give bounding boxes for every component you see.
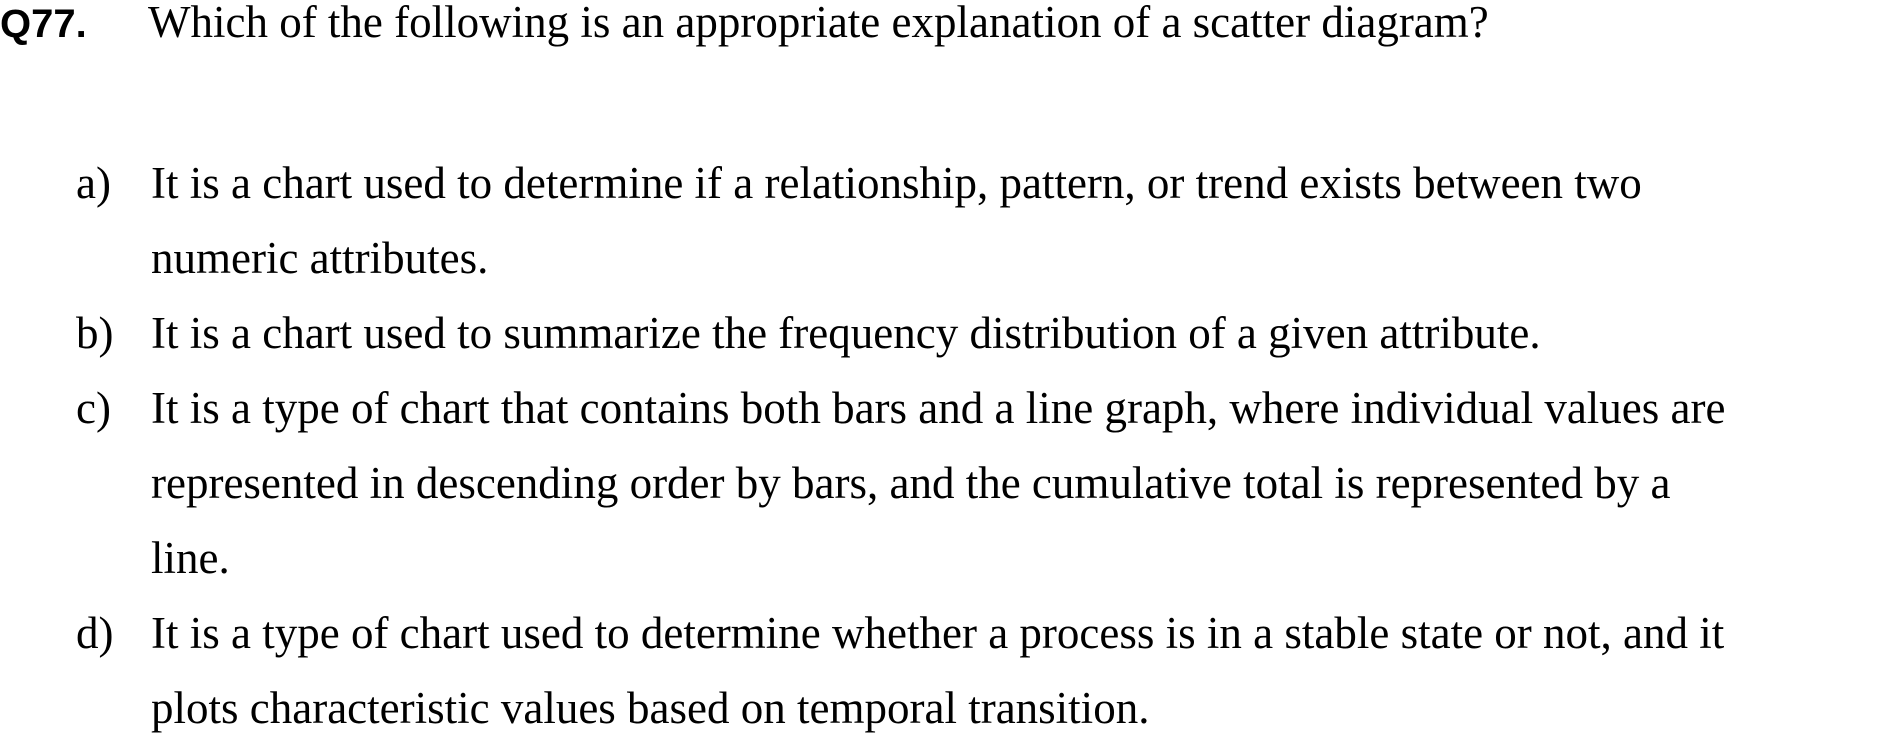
option-d-letter: d) bbox=[76, 608, 114, 658]
option-d: d) It is a type of chart used to determi… bbox=[76, 596, 1900, 746]
option-b-text: It is a chart used to summarize the freq… bbox=[151, 296, 1900, 371]
question-header: Q77. Which of the following is an approp… bbox=[0, 0, 1489, 47]
option-d-line-2: plots characteristic values based on tem… bbox=[151, 683, 1150, 733]
option-c-line-3: line. bbox=[151, 533, 230, 583]
question-page: Q77. Which of the following is an approp… bbox=[0, 0, 1900, 733]
option-c: c) It is a type of chart that contains b… bbox=[76, 371, 1900, 596]
option-b-line-1: It is a chart used to summarize the freq… bbox=[151, 308, 1541, 358]
option-a-line-2: numeric attributes. bbox=[151, 233, 489, 283]
option-d-line-1: It is a type of chart used to determine … bbox=[151, 608, 1725, 658]
option-b-letter: b) bbox=[76, 308, 114, 358]
question-text: Which of the following is an appropriate… bbox=[148, 0, 1489, 47]
option-c-line-2: represented in descending order by bars,… bbox=[151, 458, 1671, 508]
answer-options: a) It is a chart used to determine if a … bbox=[76, 146, 1900, 746]
option-c-line-1: It is a type of chart that contains both… bbox=[151, 383, 1726, 433]
option-a: a) It is a chart used to determine if a … bbox=[76, 146, 1900, 296]
option-a-line-1: It is a chart used to determine if a rel… bbox=[151, 158, 1642, 208]
option-c-letter: c) bbox=[76, 383, 111, 433]
option-d-text: It is a type of chart used to determine … bbox=[151, 596, 1900, 746]
option-a-letter: a) bbox=[76, 158, 111, 208]
question-number: Q77. bbox=[0, 2, 87, 46]
option-c-text: It is a type of chart that contains both… bbox=[151, 371, 1900, 596]
option-b: b) It is a chart used to summarize the f… bbox=[76, 296, 1900, 371]
option-a-text: It is a chart used to determine if a rel… bbox=[151, 146, 1900, 296]
